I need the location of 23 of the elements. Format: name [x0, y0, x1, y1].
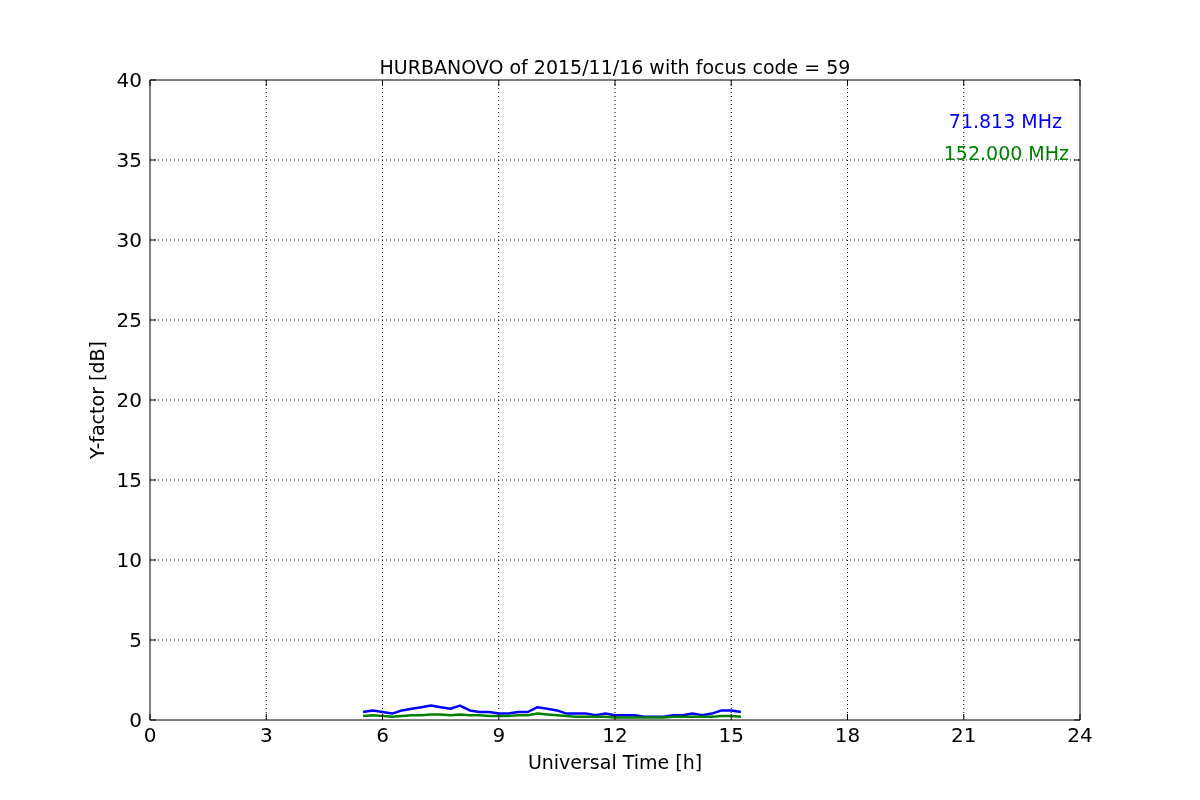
x-tick-label: 12 [602, 723, 628, 747]
y-tick-label: 20 [116, 388, 142, 412]
x-tick-label: 0 [143, 723, 157, 747]
legend-label: 71.813 MHz [948, 110, 1062, 132]
y-tick-label: 25 [116, 308, 142, 332]
y-tick-label: 10 [116, 548, 142, 572]
x-tick-label: 15 [718, 723, 744, 747]
legend-label: 152.000 MHz [943, 142, 1069, 164]
y-tick-label: 40 [116, 68, 142, 92]
x-axis-label: Universal Time [h] [527, 751, 703, 773]
x-tick-label: 3 [259, 723, 273, 747]
x-tick-label: 9 [492, 723, 506, 747]
y-tick-label: 30 [116, 228, 142, 252]
y-tick-label: 15 [116, 468, 142, 492]
y-tick-label: 35 [116, 148, 142, 172]
y-tick-label: 0 [129, 708, 142, 732]
x-tick-label: 24 [1067, 723, 1093, 747]
chart-title: HURBANOVO of 2015/11/16 with focus code = 59 [379, 56, 851, 78]
x-tick-label: 6 [376, 723, 389, 747]
x-tick-label: 21 [951, 723, 977, 747]
x-tick-label: 18 [834, 723, 861, 747]
y-tick-label: 5 [129, 628, 142, 652]
y-axis-label: Y-factor [dB] [86, 341, 108, 459]
